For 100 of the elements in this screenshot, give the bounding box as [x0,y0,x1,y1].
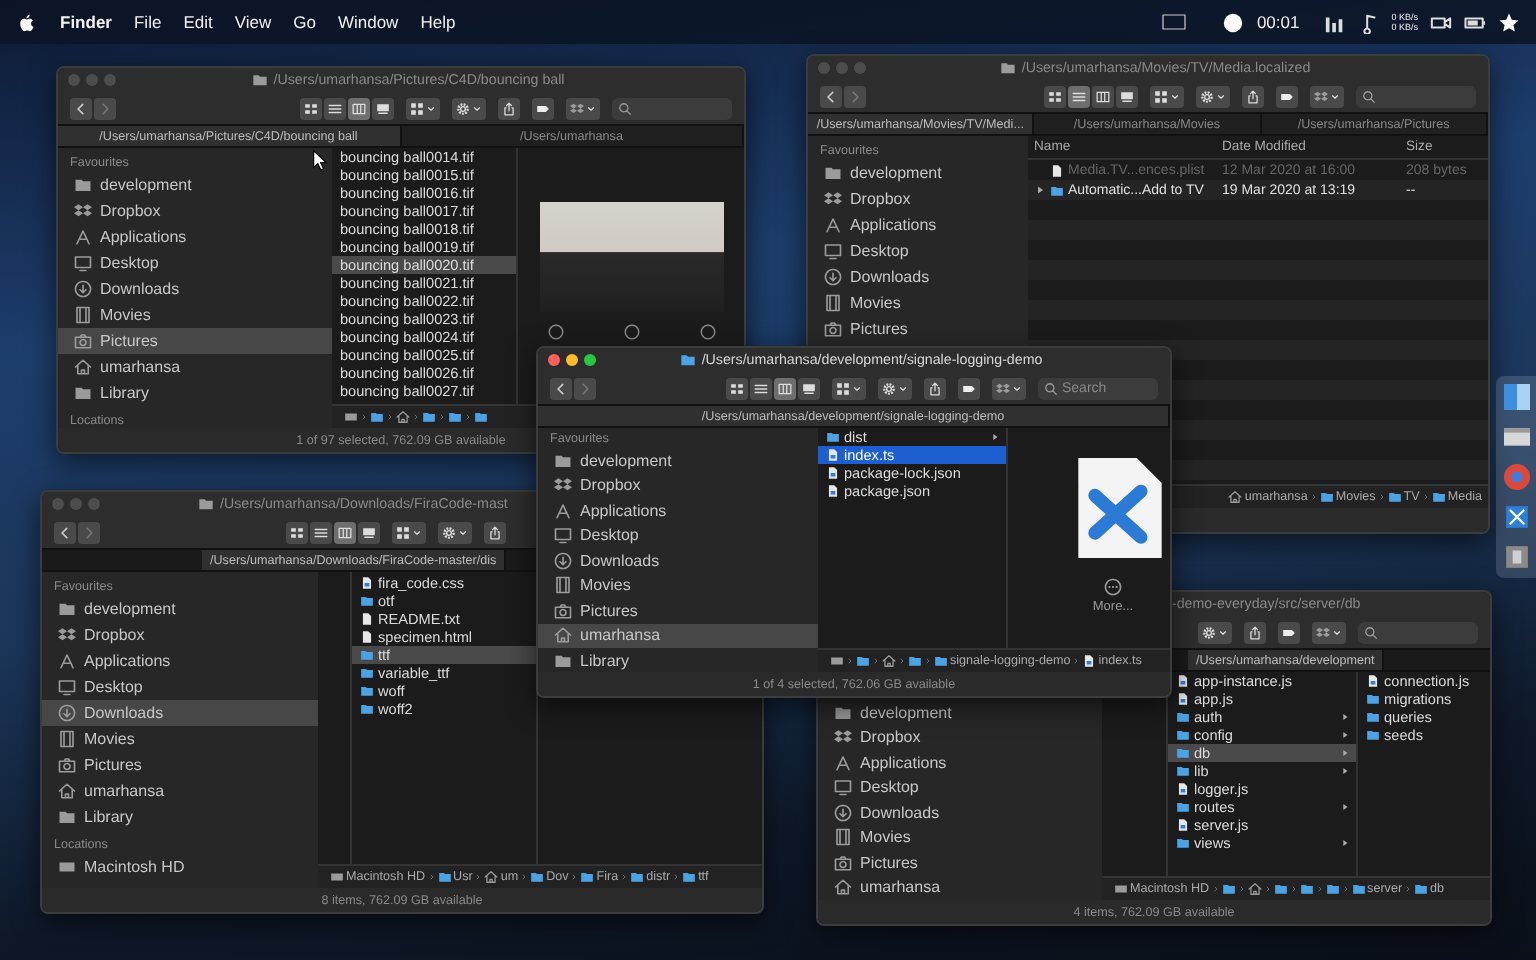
settings-button[interactable] [452,97,486,119]
settings-button[interactable] [1196,85,1230,107]
window-icon[interactable] [1503,424,1529,450]
tag-button[interactable] [958,377,980,399]
battery-icon[interactable] [1464,11,1486,33]
tag-button[interactable] [1278,621,1300,643]
sidebar-item[interactable]: Macintosh HD [42,854,318,880]
sidebar-item[interactable]: Dropbox [42,622,318,648]
sidebar-item[interactable]: development [42,596,318,622]
search-field[interactable] [612,97,732,119]
gallery-view-button[interactable] [358,521,380,543]
video-camera-icon[interactable] [1430,11,1452,33]
clock-text[interactable]: 00:01 [1256,12,1300,32]
search-field[interactable] [1358,621,1478,643]
sidebar-item[interactable]: Movies [818,825,1102,850]
sidebar-item[interactable]: Desktop [58,250,332,276]
app-menu[interactable]: Finder [60,12,112,32]
settings-button[interactable] [878,377,912,399]
sidebar-item[interactable]: umarhansa [538,623,818,648]
sidebar-item[interactable]: Desktop [808,238,1028,264]
sidebar-item[interactable]: Desktop [538,523,818,548]
columns-view-button[interactable] [774,377,796,399]
menu-item[interactable]: Go [293,12,316,32]
path-item[interactable] [1247,882,1262,896]
sidebar-item[interactable]: Movies [808,290,1028,316]
settings-button[interactable] [438,521,472,543]
group-button[interactable] [1150,85,1184,107]
sidebar-item[interactable]: Movies [58,302,332,328]
path-item[interactable] [882,654,896,668]
sidebar-item[interactable]: Library [538,648,818,673]
sidebar-item[interactable]: Applications [538,498,818,523]
sidebar-item[interactable]: Pictures [808,316,1028,342]
list-view-button[interactable] [750,377,772,399]
app-icon[interactable] [1503,544,1529,570]
sidebar-item[interactable]: Library [58,380,332,406]
share-button[interactable] [924,377,946,399]
menu-item[interactable]: Help [420,12,456,32]
sidebar-item[interactable]: Downloads [58,276,332,302]
gallery-view-button[interactable] [798,377,820,399]
apple-icon[interactable] [16,11,38,33]
list-view-button[interactable] [324,97,346,119]
sidebar-item[interactable]: Library [42,804,318,830]
box-button[interactable] [992,377,1026,399]
app-icon[interactable] [1503,504,1529,530]
sidebar-item[interactable]: Applications [58,224,332,250]
path-item[interactable] [908,654,922,668]
sidebar-item[interactable]: Applications [818,750,1102,775]
sidebar-item[interactable]: umarhansa [58,354,332,380]
sidebar-item[interactable]: umarhansa [42,778,318,804]
sidebar-item[interactable]: Dropbox [58,198,332,224]
sidebar-item[interactable]: Dropbox [538,473,818,498]
menu-item[interactable]: View [234,12,272,32]
sidebar-item[interactable]: Applications [808,212,1028,238]
share-button[interactable] [498,97,520,119]
sidebar-item[interactable]: Desktop [42,674,318,700]
columns-view-button[interactable] [348,97,370,119]
sidebar-item[interactable]: Pictures [538,598,818,623]
icons-view-button[interactable] [1044,85,1066,107]
sidebar-item[interactable]: Dropbox [818,725,1102,750]
menu-item[interactable]: Edit [183,12,213,32]
star-icon[interactable] [1498,11,1520,33]
settings-button[interactable] [1198,621,1232,643]
sidebar-item[interactable]: development [58,172,332,198]
back-button[interactable] [54,521,76,543]
icons-view-button[interactable] [300,97,322,119]
sidebar-item[interactable]: Desktop [818,775,1102,800]
menu-item[interactable]: Window [337,12,399,32]
face-icon[interactable] [1503,384,1529,410]
box-button[interactable] [1310,85,1344,107]
sidebar-item[interactable]: Dropbox [808,186,1028,212]
sidebar-item[interactable]: Downloads [818,800,1102,825]
columns-view-button[interactable] [1092,85,1114,107]
list-view-button[interactable] [1068,85,1090,107]
sidebar-item[interactable]: Movies [538,573,818,598]
music-note-icon[interactable] [1357,11,1380,33]
sidebar-item[interactable]: Pictures [42,752,318,778]
sidebar-item[interactable]: development [538,448,818,473]
sidebar-item[interactable]: Downloads [42,700,318,726]
group-button[interactable] [832,377,866,399]
back-button[interactable] [820,85,842,107]
sidebar-item[interactable]: Downloads [808,264,1028,290]
more-icon[interactable] [1103,578,1122,596]
sidebar-item[interactable]: Pictures [58,328,332,354]
sidebar-item[interactable]: umarhansa [818,875,1102,900]
sidebar-item[interactable]: Movies [42,726,318,752]
sidebar-item[interactable]: Pictures [818,850,1102,875]
share-button[interactable] [1242,85,1264,107]
box-button[interactable] [566,97,600,119]
group-button[interactable] [406,97,440,119]
box-button[interactable] [1312,621,1346,643]
path-item[interactable] [1221,882,1236,896]
search-field[interactable] [1356,85,1476,107]
gallery-view-button[interactable] [372,97,394,119]
sidebar-item[interactable]: development [818,700,1102,725]
gallery-view-button[interactable] [1116,85,1138,107]
minimize-button[interactable] [566,354,578,366]
path-item[interactable] [396,410,410,424]
columns-view-button[interactable] [334,521,356,543]
group-button[interactable] [392,521,426,543]
share-button[interactable] [484,521,506,543]
